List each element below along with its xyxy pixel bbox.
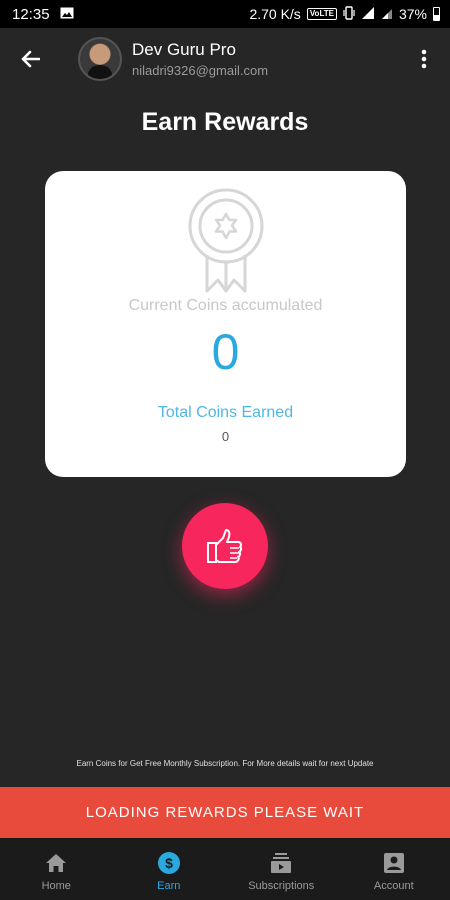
loading-rewards-bar: LOADING REWARDS PLEASE WAIT (0, 787, 450, 838)
image-notification-icon (60, 6, 74, 23)
thumbs-up-icon (207, 529, 243, 563)
current-coins-label: Current Coins accumulated (128, 297, 323, 314)
loading-text: LOADING REWARDS PLEASE WAIT (85, 804, 365, 821)
subscriptions-icon (269, 851, 293, 875)
total-coins-value: 0 (221, 429, 230, 444)
app-header: Dev Guru Pro niladri9326@gmail.com (0, 28, 450, 90)
nav-label-account: Account (373, 880, 414, 892)
nav-label-home: Home (41, 880, 71, 892)
nav-item-subscriptions[interactable]: Subscriptions (225, 838, 338, 900)
nav-label-subscriptions: Subscriptions (248, 880, 315, 892)
user-email: niladri9326@gmail.com (132, 63, 269, 78)
page-title: Earn Rewards (141, 108, 309, 136)
like-button[interactable] (182, 503, 268, 589)
arrow-left-icon (21, 50, 40, 68)
current-coins-value: 0 (211, 324, 240, 380)
volte-badge: VoLTE (306, 8, 337, 20)
bottom-nav: Home $ Earn Subscriptions Account (0, 838, 450, 900)
award-badge-icon (188, 188, 264, 293)
status-time: 12:35 (12, 5, 50, 23)
nav-item-home[interactable]: Home (0, 838, 113, 900)
account-icon (382, 851, 406, 875)
home-icon (44, 851, 68, 875)
info-text: Earn Coins for Get Free Monthly Subscrip… (76, 759, 374, 768)
status-bar: 12:35 2.70 K/s VoLTE 37% (0, 0, 450, 28)
svg-text:$: $ (165, 855, 173, 871)
vibrate-icon (343, 5, 355, 23)
battery-icon (433, 7, 440, 21)
avatar[interactable] (78, 37, 122, 81)
nav-label-earn: Earn (157, 880, 181, 892)
overflow-menu-button[interactable] (404, 28, 444, 90)
signal-2-icon (381, 6, 393, 23)
user-info: Dev Guru Pro niladri9326@gmail.com (132, 40, 268, 78)
rewards-card: Current Coins accumulated 0 Total Coins … (45, 171, 406, 477)
back-button[interactable] (0, 28, 60, 90)
battery-percent: 37% (398, 6, 427, 22)
network-speed: 2.70 K/s (249, 6, 301, 22)
screen: 12:35 2.70 K/s VoLTE 37% Dev Guru Pro ni… (0, 0, 450, 900)
total-coins-label: Total Coins Earned (157, 404, 294, 421)
more-vertical-icon (421, 49, 427, 69)
nav-item-account[interactable]: Account (338, 838, 450, 900)
signal-icon (361, 6, 375, 23)
dollar-icon: $ (157, 851, 181, 875)
user-name: Dev Guru Pro (132, 40, 236, 59)
nav-item-earn[interactable]: $ Earn (113, 838, 226, 900)
